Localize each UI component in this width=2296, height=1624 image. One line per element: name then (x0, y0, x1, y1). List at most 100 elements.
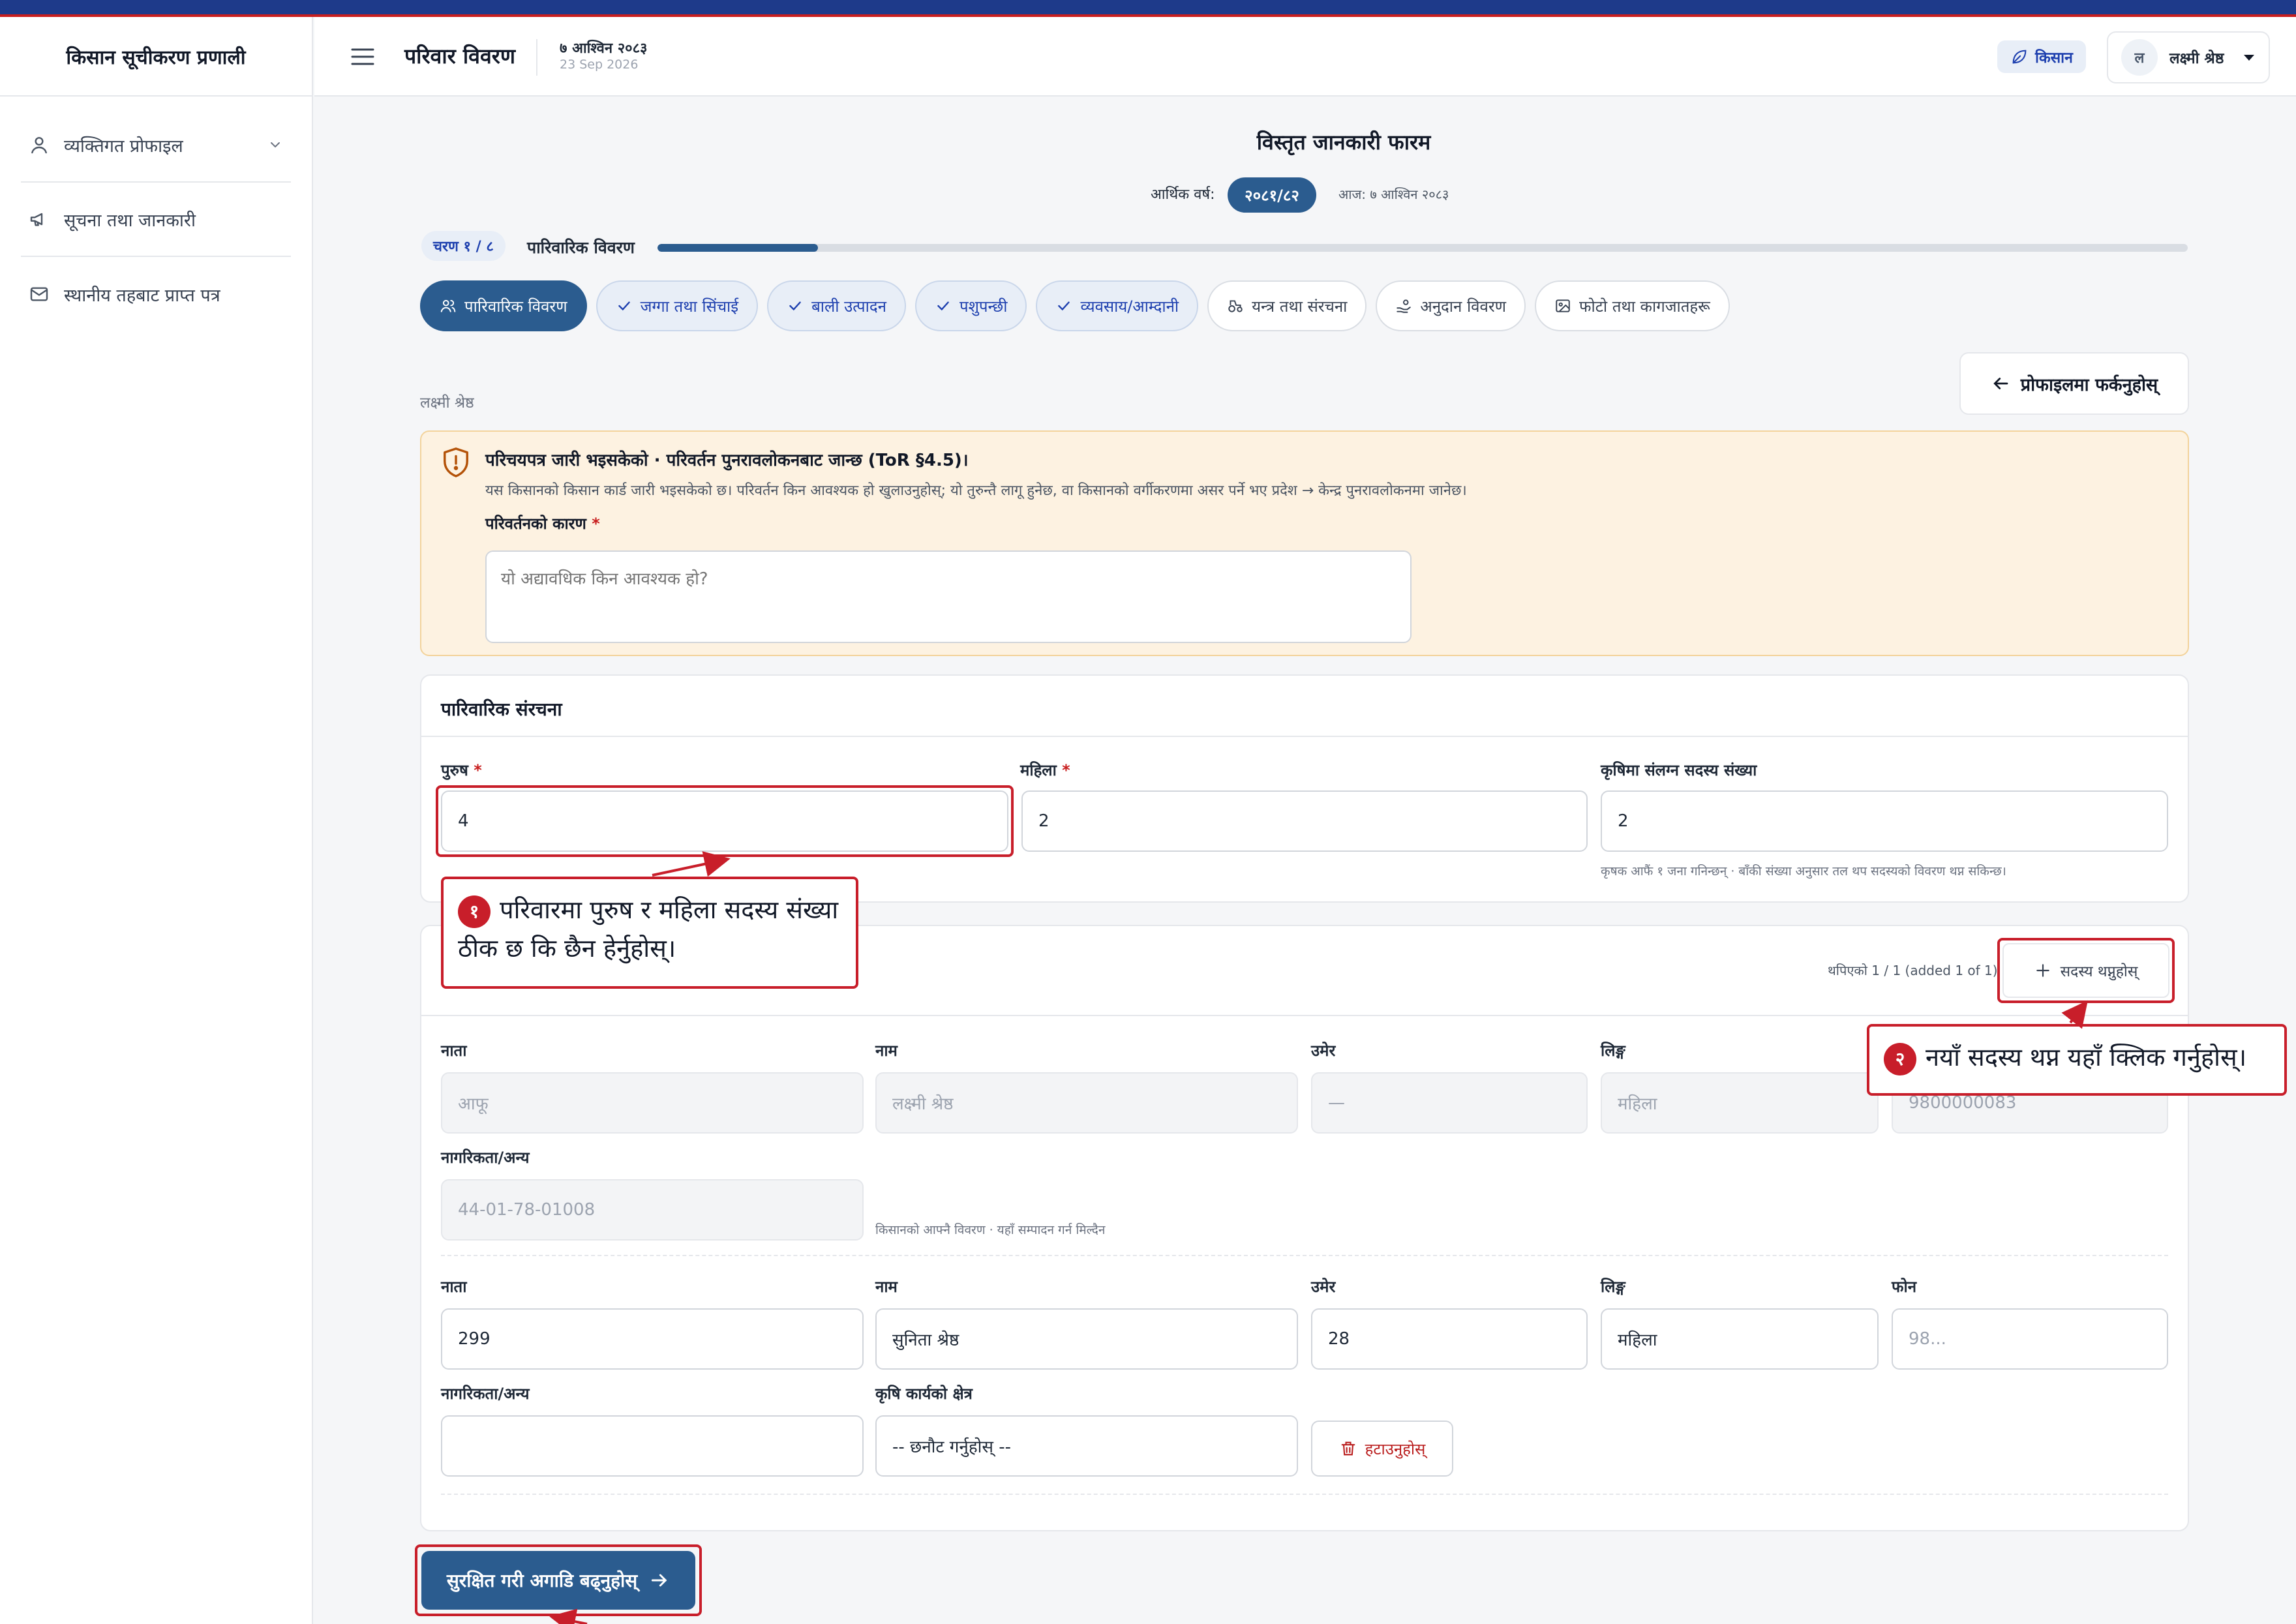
tab-label: अनुदान विवरण (1420, 297, 1507, 316)
hand-coins-icon (1397, 299, 1412, 313)
self-relation-field (441, 1072, 864, 1134)
back-to-profile-button[interactable]: प्रोफाइलमा फर्कनुहोस् (1959, 352, 2189, 415)
male-count-input[interactable] (441, 790, 1008, 852)
callout-2: २ नयाँ सदस्य थप्न यहाँ क्लिक गर्नुहोस्। (1867, 1024, 2287, 1096)
row-separator (441, 1494, 2168, 1495)
male-label: पुरुष * (441, 759, 482, 781)
date-english: 23 Sep 2026 (560, 57, 639, 72)
self-name-field (875, 1072, 1298, 1134)
required-marker: * (592, 515, 600, 533)
step-name: पारिवारिक विवरण (527, 238, 635, 257)
member-agri-area-select[interactable]: -- छनौट गर्नुहोस् -- (875, 1415, 1298, 1477)
agri-members-hint: कृषक आफैं १ जना गनिन्छन् · बाँकी संख्या … (1601, 864, 2006, 879)
member-phone-input[interactable] (1892, 1308, 2168, 1370)
check-icon (937, 301, 949, 311)
member-name-input[interactable] (875, 1308, 1298, 1370)
sidebar-item-letters[interactable]: स्थानीय तहबाट प्राप्त पत्र (21, 257, 291, 331)
callout-1-text: परिवारमा पुरुष र महिला सदस्य संख्या ठीक … (458, 895, 839, 963)
check-icon (789, 301, 801, 311)
tractor-icon (1228, 300, 1243, 312)
check-icon (618, 301, 630, 311)
top-header: परिवार विवरण ७ आश्विन २०८३ 23 Sep 2026 क… (314, 17, 2296, 97)
arrow-3 (549, 1608, 588, 1624)
tab-label: जग्गा तथा सिंचाई (640, 297, 739, 316)
tab-land[interactable]: जग्गा तथा सिंचाई (596, 280, 759, 331)
callout-1: १ परिवारमा पुरुष र महिला सदस्य संख्या ठीक… (441, 877, 858, 989)
image-icon (1556, 299, 1570, 312)
role-label: किसान (2035, 50, 2073, 67)
callout-2-text: नयाँ सदस्य थप्न यहाँ क्लिक गर्नुहोस्। (1926, 1043, 2247, 1072)
hamburger-menu-icon[interactable] (350, 46, 376, 68)
date-nepali: ७ आश्विन २०८३ (560, 40, 648, 57)
agri-members-input[interactable] (1601, 790, 2168, 852)
self-name-label: नाम (875, 1042, 898, 1060)
header-divider (536, 39, 537, 76)
member-age-input[interactable] (1311, 1308, 1588, 1370)
tab-label: बाली उत्पादन (811, 297, 886, 316)
self-citizenship-field (441, 1179, 864, 1241)
tab-family[interactable]: पारिवारिक विवरण (420, 280, 587, 331)
change-review-warning: परिचयपत्र जारी भइसकेको · परिवर्तन पुनराव… (420, 430, 2189, 656)
sidebar: किसान सूचीकरण प्रणाली व्यक्तिगत प्रोफाइल… (0, 17, 313, 1624)
sidebar-item-notices[interactable]: सूचना तथा जानकारी (21, 183, 291, 257)
tab-label: फोटो तथा कागजातहरू (1579, 297, 1710, 316)
sidebar-item-profile[interactable]: व्यक्तिगत प्रोफाइल (21, 108, 291, 183)
member-gender-label: लिङ्ग (1601, 1278, 1625, 1296)
warning-title: परिचयपत्र जारी भइसकेको · परिवर्तन पुनराव… (485, 451, 969, 470)
add-member-button[interactable]: सदस्य थप्नुहोस् (2002, 943, 2169, 998)
mail-icon (30, 287, 48, 301)
fiscal-year-badge: २०८१/८२ (1228, 177, 1316, 213)
top-color-strip (0, 0, 2296, 17)
required-marker: * (1062, 761, 1070, 779)
reason-label-text: परिवर्तनको कारण (485, 515, 586, 533)
add-member-label: सदस्य थप्नुहोस् (2060, 963, 2138, 980)
member-phone-label: फोन (1892, 1278, 1917, 1296)
megaphone-icon (30, 213, 43, 226)
tab-machinery[interactable]: यन्त्र तथा संरचना (1207, 280, 1367, 331)
tab-label: पारिवारिक विवरण (464, 297, 567, 316)
member-relation-input[interactable] (441, 1308, 864, 1370)
tab-crops[interactable]: बाली उत्पादन (767, 280, 906, 331)
sidebar-item-label: स्थानीय तहबाट प्राप्त पत्र (64, 285, 220, 306)
user-menu[interactable]: ल लक्ष्मी श्रेष्ठ (2107, 31, 2270, 83)
save-label: सुरक्षित गरी अगाडि बढ्नुहोस् (446, 1570, 638, 1591)
tab-subsidy[interactable]: अनुदान विवरण (1376, 280, 1526, 331)
step-tabs: पारिवारिक विवरण जग्गा तथा सिंचाई बाली उत… (420, 280, 1730, 331)
remove-label: हटाउनुहोस् (1365, 1439, 1426, 1458)
member-relation-label: नाता (441, 1278, 467, 1296)
plus-icon (2036, 964, 2049, 977)
change-reason-textarea[interactable] (485, 550, 1412, 643)
reason-label: परिवर्तनको कारण * (485, 513, 600, 534)
sidebar-item-label: व्यक्तिगत प्रोफाइल (64, 136, 183, 157)
chevron-down-icon[interactable] (267, 137, 283, 153)
step-progress-bar (657, 244, 2188, 252)
self-readonly-note: किसानको आफ्नै विवरण · यहाँ सम्पादन गर्न … (875, 1223, 1106, 1237)
warning-description: यस किसानको किसान कार्ड जारी भइसकेको छ। प… (485, 483, 1467, 499)
callout-2-number: २ (1884, 1042, 1916, 1075)
row-separator (441, 1255, 2168, 1256)
tab-business[interactable]: व्यवसाय/आम्दानी (1036, 280, 1199, 331)
self-citizenship-label: नागरिकता/अन्य (441, 1149, 530, 1167)
callout-1-number: १ (458, 895, 491, 928)
remove-member-button[interactable]: हटाउनुहोस् (1311, 1421, 1453, 1477)
arrow-left-icon (1993, 378, 2008, 389)
female-count-input[interactable] (1021, 790, 1588, 852)
member-citizenship-input[interactable] (441, 1415, 864, 1477)
required-marker: * (474, 761, 482, 779)
save-and-continue-button[interactable]: सुरक्षित गरी अगाडि बढ्नुहोस् (421, 1551, 695, 1610)
member-agri-area-label: कृषि कार्यको क्षेत्र (875, 1385, 973, 1403)
today-date: आज: ७ आश्विन २०८३ (1338, 187, 1449, 202)
user-name: लक्ष्मी श्रेष्ठ (2169, 50, 2224, 67)
member-gender-input[interactable] (1601, 1308, 1879, 1370)
self-age-label: उमेर (1311, 1042, 1336, 1060)
tab-label: व्यवसाय/आम्दानी (1080, 297, 1179, 316)
family-structure-title: पारिवारिक संरचना (441, 699, 562, 720)
tab-livestock[interactable]: पशुपन्छी (914, 280, 1027, 331)
role-badge: किसान (1997, 40, 2086, 73)
select-placeholder: -- छनौट गर्नुहोस् -- (892, 1437, 1011, 1457)
self-gender-field (1601, 1072, 1879, 1134)
tab-photos[interactable]: फोटो तथा कागजातहरू (1535, 280, 1730, 331)
tab-label: पशुपन्छी (959, 297, 1008, 316)
member-name-label: नाम (875, 1278, 898, 1296)
members-count: थपिएको 1 / 1 (added 1 of 1) (1828, 963, 1998, 978)
